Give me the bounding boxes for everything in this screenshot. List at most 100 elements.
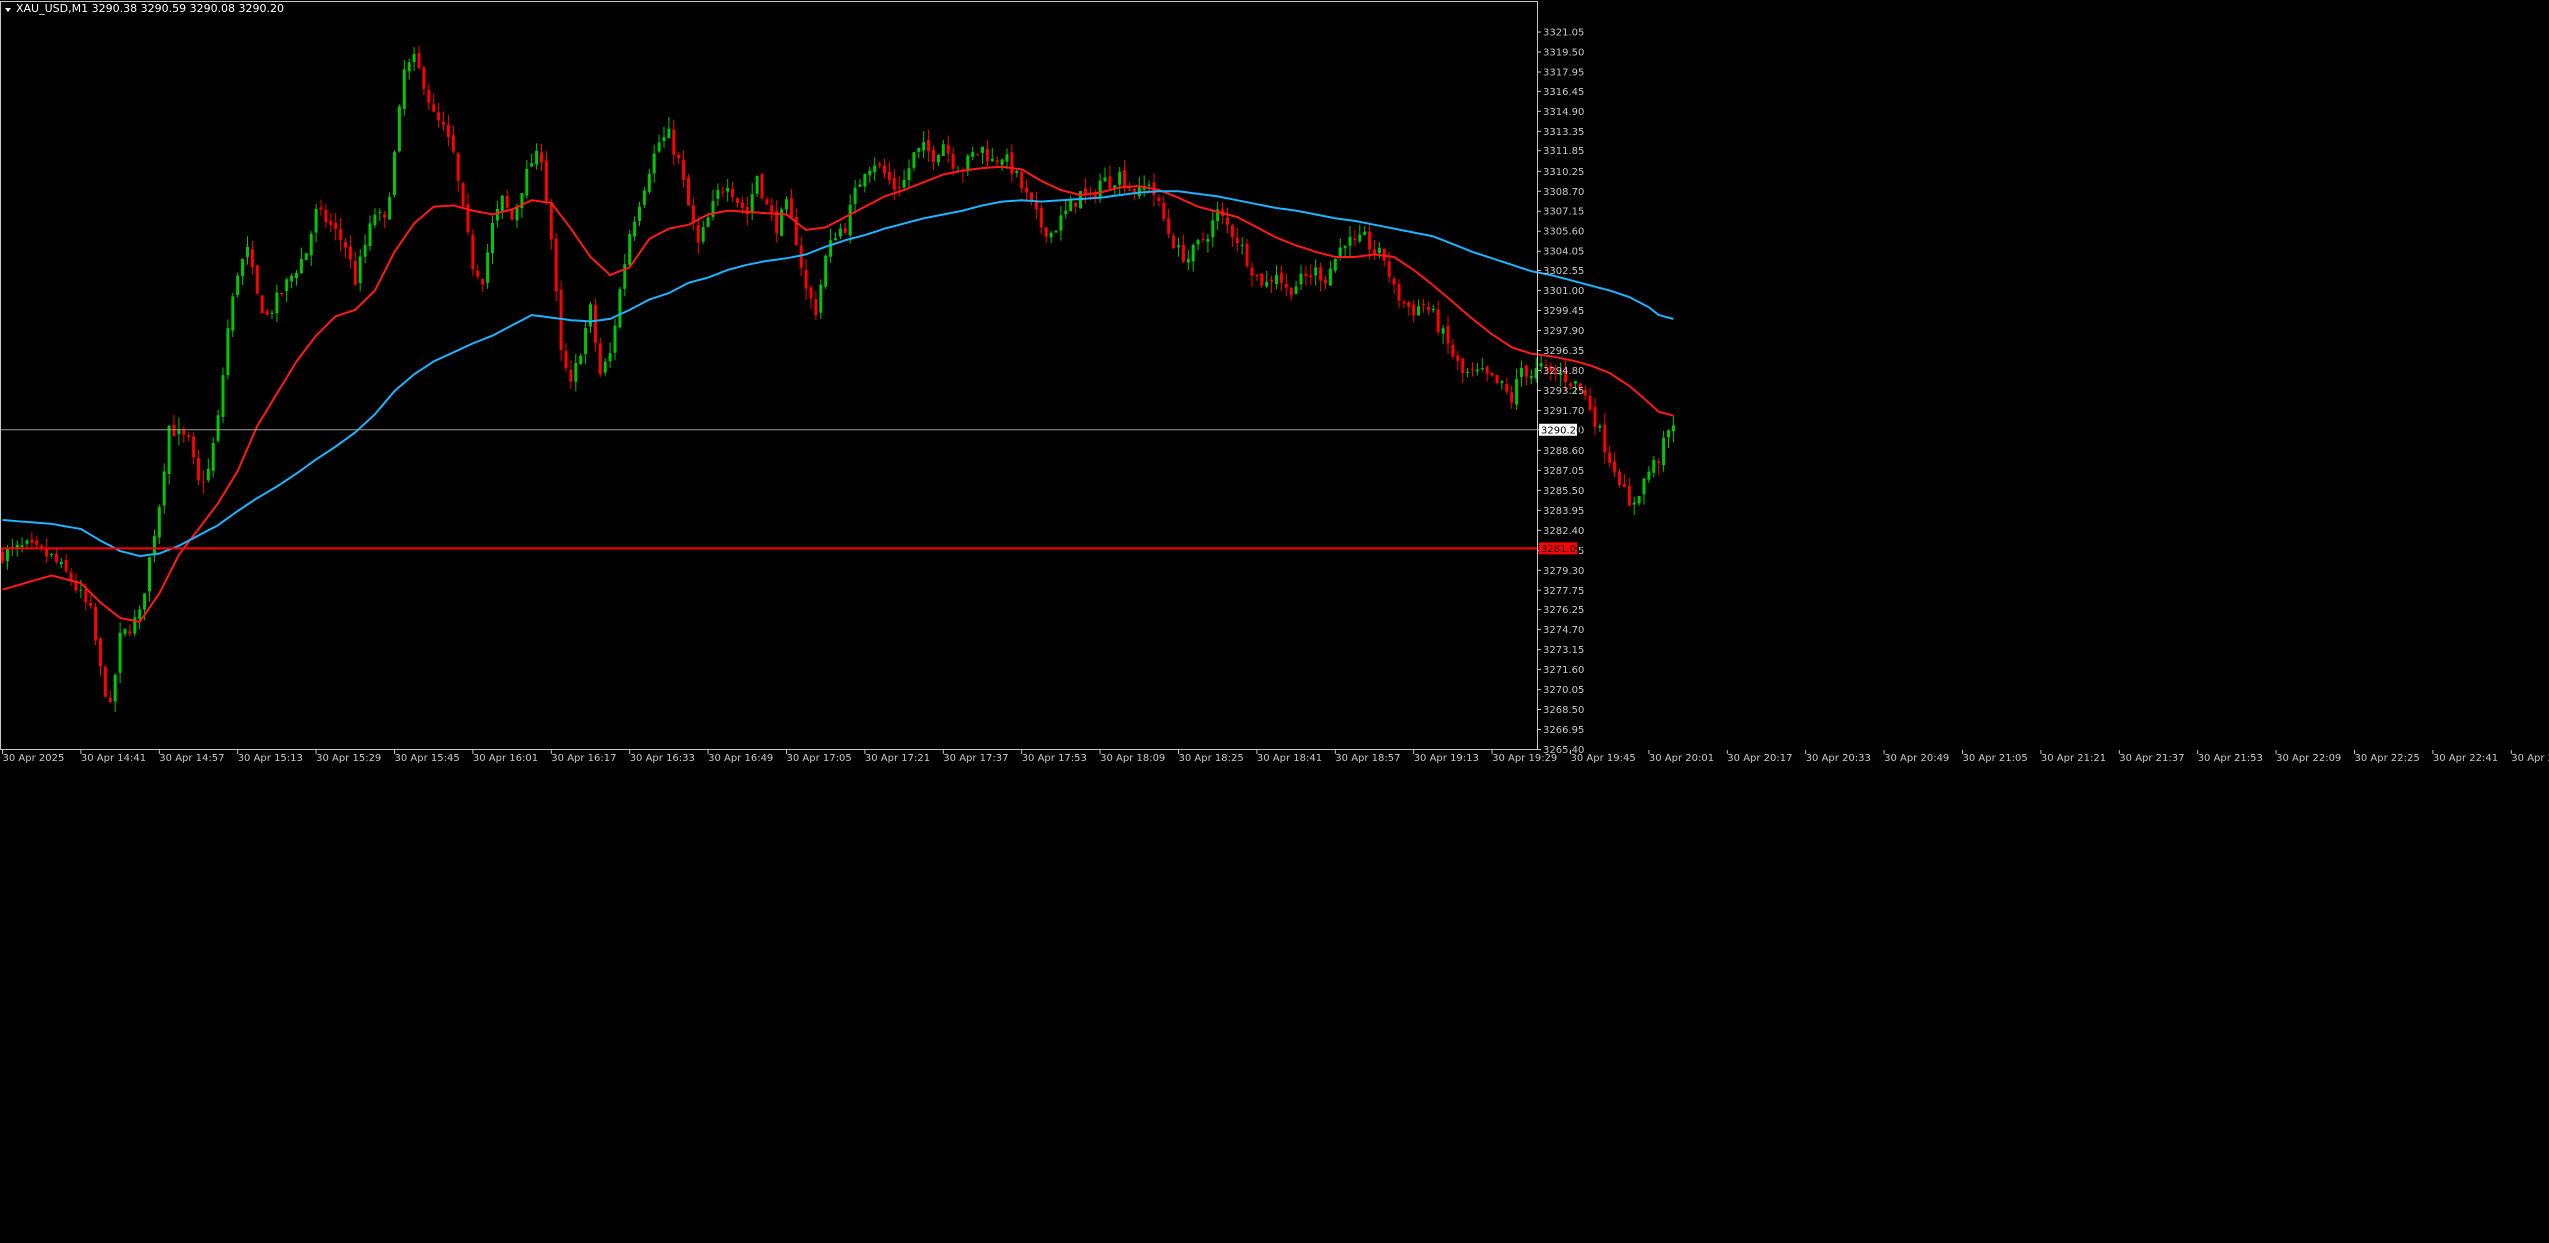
- time-tick-label: 30 Apr 20:01: [1649, 753, 1714, 764]
- candle-body: [378, 212, 382, 214]
- candle-body: [1284, 283, 1288, 288]
- candle-body: [858, 184, 862, 187]
- price-tick-label: 3314.90: [1543, 107, 1584, 118]
- time-tick-label: 30 Apr 15:45: [395, 753, 460, 764]
- candle-body: [1368, 231, 1372, 250]
- candle-body: [1353, 238, 1357, 240]
- candle-body: [1657, 461, 1661, 464]
- candle-body: [265, 310, 269, 315]
- candle-body: [696, 224, 700, 243]
- time-tick-label: 30 Apr 15:13: [238, 753, 303, 764]
- candle-body: [1324, 279, 1327, 283]
- price-tick-label: 3297.90: [1543, 326, 1584, 337]
- plot-background: [0, 0, 2549, 1243]
- candle-body: [285, 279, 289, 292]
- candle-body: [197, 458, 200, 481]
- time-tick-label: 30 Apr 17:37: [943, 753, 1008, 764]
- candle-body: [393, 152, 396, 195]
- candle-body: [476, 270, 480, 277]
- candle-body: [1103, 177, 1107, 182]
- candle-body: [299, 259, 303, 274]
- candle-body: [726, 187, 730, 192]
- candle-body: [1652, 460, 1656, 473]
- candle-body: [1387, 261, 1391, 277]
- time-tick-label: 30 Apr 16:17: [551, 753, 616, 764]
- candle-body: [45, 549, 49, 557]
- candle-body: [54, 553, 58, 562]
- candle-body: [721, 191, 725, 193]
- candle-body: [1108, 176, 1112, 189]
- candle-body: [589, 304, 592, 327]
- candle-body: [35, 540, 39, 545]
- candle-body: [329, 220, 333, 226]
- candle-body: [750, 194, 754, 213]
- time-tick-label: 30 Apr 19:29: [1492, 753, 1557, 764]
- candle-body: [853, 187, 857, 204]
- candle-body: [642, 190, 646, 205]
- candle-body: [1515, 379, 1519, 405]
- time-tick-label: 30 Apr 14:57: [159, 753, 224, 764]
- price-tick-label: 3308.70: [1543, 187, 1584, 198]
- candle-body: [432, 104, 436, 112]
- candle-body: [510, 209, 514, 220]
- candle-body: [201, 481, 205, 483]
- time-tick-label: 30 Apr 19:45: [1571, 753, 1636, 764]
- candle-body: [554, 238, 558, 292]
- candle-body: [814, 299, 818, 316]
- time-tick-label: 30 Apr 17:53: [1022, 753, 1087, 764]
- candle-body: [1319, 267, 1323, 281]
- candle-body: [1348, 236, 1352, 246]
- time-tick-label: 30 Apr 21:53: [2198, 753, 2263, 764]
- candle-body: [1456, 355, 1460, 361]
- candle-body: [1240, 244, 1244, 246]
- candle-body: [657, 142, 661, 152]
- candle-body: [731, 188, 735, 198]
- price-tick-label: 3266.95: [1543, 725, 1584, 736]
- candle-body: [1377, 247, 1381, 253]
- candle-body: [873, 165, 877, 173]
- candle-body: [5, 548, 9, 562]
- candle-body: [236, 275, 240, 296]
- candle-body: [647, 173, 651, 192]
- candle-body: [633, 221, 637, 237]
- candle-body: [687, 177, 690, 206]
- symbol-title: XAU_USD,M1 3290.38 3290.59 3290.08 3290.…: [16, 2, 284, 15]
- candle-body: [113, 674, 117, 702]
- candle-body: [868, 170, 872, 176]
- time-tick-label: 30 Apr 18:09: [1100, 753, 1165, 764]
- candle-body: [584, 328, 588, 355]
- candle-body: [701, 227, 705, 242]
- price-chart[interactable]: 3321.05 3319.50 3317.95 3316.45 3314.90 3313.…: [0, 0, 2549, 1243]
- candle-body: [442, 122, 445, 125]
- candle-body: [1265, 281, 1269, 287]
- candle-body: [1054, 230, 1058, 233]
- candle-body: [1588, 395, 1592, 410]
- price-tick-label: 3287.05: [1543, 466, 1584, 477]
- candle-body: [1603, 424, 1607, 453]
- time-tick-label: 30 Apr 18:41: [1257, 753, 1322, 764]
- candle-body: [1608, 452, 1612, 463]
- candle-body: [618, 289, 622, 328]
- price-tick-label: 3276.25: [1543, 605, 1584, 616]
- candle-body: [1490, 372, 1494, 376]
- candle-body: [1020, 172, 1024, 189]
- candle-body: [691, 205, 695, 223]
- candle-body: [344, 242, 347, 248]
- price-tick-label: 3291.70: [1543, 406, 1584, 417]
- price-tick-label: 3288.60: [1543, 446, 1584, 457]
- candle-body: [1485, 366, 1489, 374]
- candle-body: [628, 234, 632, 265]
- candle-body: [1186, 259, 1190, 263]
- price-tick-label: 3279.30: [1543, 566, 1584, 577]
- candle-body: [638, 206, 641, 222]
- candle-body: [1039, 207, 1043, 228]
- price-tick-label: 3311.85: [1543, 146, 1584, 157]
- candle-body: [745, 207, 749, 215]
- candle-body: [907, 168, 911, 181]
- candle-body: [887, 171, 891, 181]
- price-axis[interactable]: 3321.05 3319.50 3317.95 3316.45 3314.90 3313.…: [1537, 28, 1584, 756]
- candle-body: [1235, 237, 1239, 244]
- candle-body: [736, 198, 739, 204]
- candle-body: [1250, 267, 1254, 276]
- candle-body: [295, 273, 298, 279]
